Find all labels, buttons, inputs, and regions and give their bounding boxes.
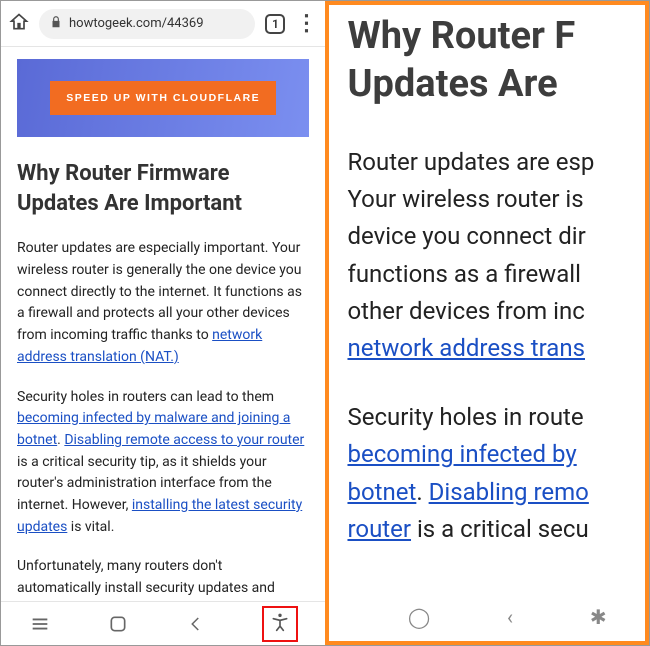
tab-count-button[interactable]: 1 bbox=[265, 14, 285, 34]
accessibility-icon[interactable] bbox=[270, 612, 290, 636]
p2-text-d: is vital. bbox=[67, 519, 114, 535]
accessibility-button-highlight bbox=[262, 606, 298, 642]
zoom-h-l1: Why Router F bbox=[347, 14, 575, 58]
article-heading: Why Router Firmware Updates Are Importan… bbox=[17, 159, 309, 218]
zoom-p1-l4: functions as a firewall bbox=[347, 260, 580, 288]
article-p2: Security holes in routers can lead to th… bbox=[17, 387, 309, 539]
p2-text-a: Security holes in routers can lead to th… bbox=[17, 389, 274, 405]
cloudflare-cta-button[interactable]: SPEED UP WITH CLOUDFLARE bbox=[50, 81, 276, 115]
page-content: SPEED UP WITH CLOUDFLARE Why Router Firm… bbox=[1, 47, 325, 601]
tab-count-value: 1 bbox=[272, 17, 279, 31]
recents-icon[interactable] bbox=[28, 612, 52, 636]
phone-navbar bbox=[1, 601, 325, 645]
zoom-router-link[interactable]: router bbox=[347, 515, 411, 543]
back-icon[interactable] bbox=[184, 612, 208, 636]
zoom-navbar-ghost: ◯ ‹ ✱ bbox=[329, 597, 645, 637]
url-text: howtogeek.com/44369 bbox=[69, 16, 204, 31]
zoom-p1-l1: Router updates are esp bbox=[347, 148, 594, 176]
home-icon[interactable] bbox=[9, 12, 29, 36]
zoom-h-l2: Updates Are bbox=[347, 62, 557, 106]
zoom-nat-link[interactable]: network address trans bbox=[347, 334, 585, 362]
zoom-p1: Router updates are esp Your wireless rou… bbox=[347, 144, 645, 367]
zoom-botnet-link-2[interactable]: botnet bbox=[347, 478, 416, 506]
article-p3: Unfortunately, many routers don't automa… bbox=[17, 556, 309, 599]
disable-remote-link[interactable]: Disabling remote access to your router bbox=[64, 432, 304, 448]
browser-toolbar: howtogeek.com/44369 1 ⋮ bbox=[1, 1, 325, 47]
lock-icon bbox=[49, 15, 63, 33]
zoom-heading: Why Router F Updates Are bbox=[347, 13, 645, 108]
phone-zoomed: Why Router F Updates Are Router updates … bbox=[325, 1, 649, 645]
zoom-p2-tail: is a critical secu bbox=[411, 515, 589, 543]
ad-banner: SPEED UP WITH CLOUDFLARE bbox=[17, 59, 309, 137]
zoom-home-icon: ◯ bbox=[408, 605, 430, 629]
article-p1: Router updates are especially important.… bbox=[17, 238, 309, 368]
overflow-menu-icon[interactable]: ⋮ bbox=[295, 13, 317, 35]
zoom-disable-link[interactable]: Disabling remo bbox=[429, 478, 589, 506]
zoom-p2-l1: Security holes in route bbox=[347, 403, 583, 431]
url-bar[interactable]: howtogeek.com/44369 bbox=[39, 9, 255, 39]
zoom-p1-l5: other devices from inc bbox=[347, 297, 584, 325]
zoom-p2: Security holes in route becoming infecte… bbox=[347, 399, 645, 548]
zoom-botnet-link[interactable]: becoming infected by bbox=[347, 440, 576, 468]
zoom-p1-l2: Your wireless router is bbox=[347, 185, 583, 213]
zoom-p1-l3: device you connect dir bbox=[347, 222, 585, 250]
home-nav-icon[interactable] bbox=[106, 612, 130, 636]
phone-normal: howtogeek.com/44369 1 ⋮ SPEED UP WITH CL… bbox=[1, 1, 325, 645]
zoom-back-icon: ‹ bbox=[507, 605, 513, 629]
zoom-p2-mid: . bbox=[416, 478, 428, 506]
zoom-accessibility-icon: ✱ bbox=[590, 605, 607, 629]
